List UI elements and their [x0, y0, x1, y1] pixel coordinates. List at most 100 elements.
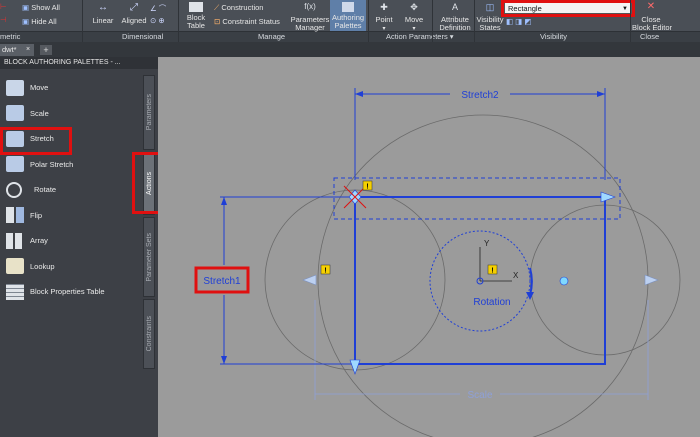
palette-item-label: Array — [30, 236, 48, 246]
block-properties-table-icon — [6, 283, 24, 300]
palette-item-rotate[interactable]: Rotate — [0, 177, 140, 203]
stretch2-label: Stretch2 — [461, 90, 499, 101]
authoring-palettes-icon — [342, 2, 354, 12]
attribute-definition-icon: A — [451, 2, 458, 12]
visibility-states-icon: ◫ — [485, 2, 495, 12]
rotate-icon — [6, 181, 22, 198]
palette-item-polar-stretch[interactable]: Polar Stretch — [0, 152, 140, 178]
radial-dimension-icon[interactable]: ⊙ ⊕ — [150, 16, 165, 25]
show-all-button[interactable]: ▣ Show All — [22, 3, 60, 12]
linear-button[interactable]: ↔ Linear — [88, 3, 118, 25]
rotation-grip — [559, 276, 569, 286]
document-tab-bar — [0, 42, 700, 57]
close-icon[interactable]: × — [26, 44, 30, 56]
flip-icon — [6, 207, 24, 224]
attribute-definition-button[interactable]: A Attribute Definition — [436, 2, 474, 32]
polar-stretch-icon — [6, 156, 24, 173]
aligned-button[interactable]: ⤢ Aligned — [118, 3, 150, 25]
tab-parameters[interactable]: Parameters — [143, 75, 155, 150]
new-tab-button[interactable]: + — [40, 45, 52, 55]
warning-mark: ! — [491, 268, 493, 275]
tab-parameter-sets[interactable]: Parameter Sets — [143, 217, 155, 297]
point-label: Point — [375, 15, 393, 24]
stretch2-arrow-left — [355, 91, 363, 97]
authoring-palettes-button[interactable]: Authoring Palettes — [330, 0, 366, 31]
palette-item-lookup[interactable]: Lookup — [0, 254, 140, 280]
block-table-button[interactable]: Block Table — [182, 2, 210, 30]
panel-label-action-parameters[interactable]: Action Parameters ▾ — [386, 32, 454, 41]
palette-item-label: Flip — [30, 210, 43, 220]
move-label: Move — [404, 15, 424, 24]
ribbon-separator — [630, 0, 631, 42]
stretch-frame — [333, 177, 621, 220]
hide-all-button[interactable]: ▣ Hide All — [22, 17, 57, 26]
palette-item-label: Block Properties Table — [30, 287, 105, 297]
move-action-button[interactable]: ✥ Move ▾ — [402, 2, 426, 33]
palette-item-array[interactable]: Array — [0, 228, 140, 254]
palette-item-scale[interactable]: Scale — [0, 101, 140, 127]
tab-constraints[interactable]: Constraints — [143, 299, 155, 369]
close-block-editor-button[interactable]: ✕ Close Block Editor — [632, 1, 672, 32]
ucs-y-label: Y — [484, 239, 490, 248]
panel-label-dimensional: Dimensional — [122, 32, 164, 41]
block-table-label-2: Table — [187, 21, 205, 30]
panel-label-visibility: Visibility — [540, 32, 567, 41]
geometric-constraint-icon[interactable]: ⊢ — [0, 2, 7, 11]
stretch1-grip — [349, 359, 361, 375]
constraint-status-button[interactable]: ⊡ Constraint Status — [214, 17, 280, 26]
palette-item-flip[interactable]: Flip — [0, 203, 140, 229]
aligned-label: Aligned — [121, 16, 147, 25]
constraint-status-label: Constraint Status — [222, 17, 280, 26]
stretch1-arrow-top — [221, 197, 227, 205]
scale-grip-left — [302, 274, 317, 286]
move-action-icon: ✥ — [410, 2, 418, 12]
block-table-icon — [189, 2, 203, 12]
document-tab-label: dwt* — [2, 45, 17, 54]
palette-item-move[interactable]: Move — [0, 75, 140, 101]
palette-tool-list: Move Scale Stretch Polar Stretch Rotate … — [0, 75, 140, 305]
parameters-manager-button[interactable]: f(x) Parameters Manager — [290, 2, 330, 32]
stretch1-label: Stretch1 — [203, 276, 241, 287]
attribute-definition-label-2: Definition — [439, 23, 471, 32]
parameters-manager-icon: f(x) — [304, 2, 316, 11]
rotation-label: Rotation — [473, 297, 510, 308]
lookup-icon — [6, 258, 24, 275]
point-parameter-icon: ✚ — [380, 2, 388, 12]
block-authoring-palette: BLOCK AUTHORING PALETTES - ... Move Scal… — [0, 57, 158, 437]
palette-item-label: Polar Stretch — [30, 159, 74, 169]
tab-parameter-sets-label: Parameter Sets — [145, 232, 153, 282]
ribbon-separator — [178, 0, 179, 42]
constraint-status-icon: ⊡ — [214, 17, 221, 26]
move-icon — [6, 79, 24, 96]
scale-circle-large — [317, 114, 649, 437]
ribbon-separator — [368, 0, 369, 42]
palette-item-label: Move — [30, 83, 49, 93]
angular-dimension-icon[interactable]: ∠ ⌒ — [150, 3, 166, 14]
ribbon-separator — [474, 0, 475, 42]
palette-item-label: Lookup — [30, 261, 55, 271]
construction-button[interactable]: ⟋ Construction — [214, 3, 263, 13]
hide-all-icon: ▣ — [22, 17, 30, 26]
dimensional-constraint-icon[interactable]: ⊣ — [0, 15, 7, 24]
tab-parameters-label: Parameters — [145, 94, 153, 131]
visibility-tools-icon[interactable]: ◧ ◨ ◩ — [506, 17, 531, 26]
panel-label-parametric: metric — [0, 32, 21, 41]
document-tab[interactable]: dwt* × — [0, 44, 34, 56]
point-parameter-button[interactable]: ✚ Point ▾ — [372, 2, 396, 33]
construction-label: Construction — [221, 3, 264, 12]
visibility-states-button[interactable]: ◫ Visibility States — [476, 2, 504, 32]
palette-item-block-properties-table[interactable]: Block Properties Table — [0, 279, 140, 305]
scale-label: Scale — [467, 390, 492, 401]
highlight-box-stretch — [0, 127, 72, 155]
drawing-canvas[interactable]: Scale Stretch2 Y X Rotation ! ! ! Stretc… — [158, 57, 700, 437]
ribbon-separator — [82, 0, 83, 42]
palette-title[interactable]: BLOCK AUTHORING PALETTES - ... — [0, 57, 158, 69]
stretch2-grip — [600, 191, 616, 203]
show-all-label: Show All — [31, 3, 60, 12]
aligned-dimension-icon: ⤢ — [130, 2, 138, 13]
stretch1-arrow-bottom — [221, 356, 227, 364]
tab-constraints-label: Constraints — [145, 316, 153, 352]
stretch2-arrow-right — [597, 91, 605, 97]
close-icon: ✕ — [646, 1, 656, 12]
panel-label-manage: Manage — [258, 32, 286, 41]
